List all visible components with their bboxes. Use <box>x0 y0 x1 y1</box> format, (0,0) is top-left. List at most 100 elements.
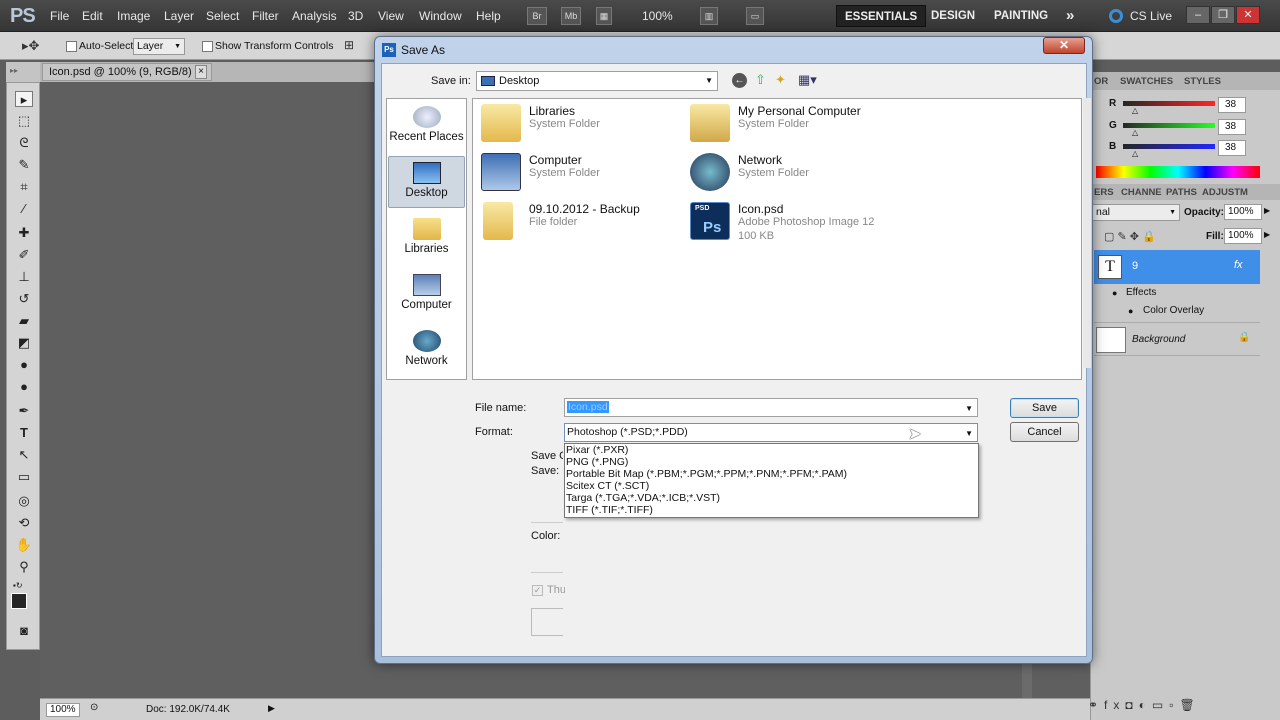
file-item-computer[interactable]: Computer System Folder <box>481 153 681 195</box>
tab-channels[interactable]: CHANNE <box>1121 187 1162 198</box>
paint-bucket-icon[interactable]: ◩ <box>15 335 33 351</box>
extras-icon[interactable]: ▦ <box>596 7 612 25</box>
place-libraries[interactable]: Libraries <box>387 218 466 255</box>
foreground-color-swatch[interactable] <box>11 593 27 609</box>
quick-select-tool-icon[interactable]: ✎ <box>15 157 33 173</box>
cs-live-menu[interactable]: CS Live <box>1130 9 1172 23</box>
new-folder-icon[interactable]: ✦ <box>775 72 786 88</box>
3d-rotate-icon[interactable]: ◎ <box>15 493 33 509</box>
format-option-png[interactable]: PNG (*.PNG) <box>566 456 628 468</box>
close-tab-icon[interactable]: × <box>195 65 207 79</box>
effects-visibility-icon[interactable]: ● <box>1112 288 1117 298</box>
menu-file[interactable]: File <box>50 9 69 23</box>
screen-mode-icon[interactable]: ▭ <box>746 7 764 25</box>
bridge-icon[interactable]: Br <box>527 7 547 25</box>
close-window-icon[interactable]: ✕ <box>1236 6 1260 24</box>
workspace-painting[interactable]: PAINTING <box>986 5 1056 27</box>
menu-analysis[interactable]: Analysis <box>292 9 337 23</box>
tab-styles[interactable]: STYLES <box>1184 76 1221 87</box>
place-desktop[interactable]: Desktop <box>387 162 466 199</box>
g-value-input[interactable]: 38 <box>1218 119 1246 135</box>
minimize-icon[interactable]: – <box>1186 6 1210 24</box>
format-option-tiff[interactable]: TIFF (*.TIF;*.TIFF) <box>566 504 653 516</box>
tab-color[interactable]: OR <box>1094 76 1108 87</box>
hand-tool-icon[interactable]: ✋ <box>15 537 33 553</box>
place-recent-places[interactable]: Recent Places <box>387 106 466 143</box>
b-slider-thumb-icon[interactable]: △ <box>1132 149 1138 158</box>
healing-brush-icon[interactable]: ✚ <box>15 225 33 241</box>
history-brush-icon[interactable]: ↺ <box>15 291 33 307</box>
workspace-essentials[interactable]: ESSENTIALS <box>836 5 927 27</box>
format-option-portable-bit-map[interactable]: Portable Bit Map (*.PBM;*.PGM;*.PPM;*.PN… <box>566 468 847 480</box>
tab-adjustments[interactable]: ADJUSTM <box>1202 187 1248 198</box>
dodge-tool-icon[interactable]: ● <box>15 379 33 395</box>
eyedropper-tool-icon[interactable]: ⁄ <box>15 201 33 217</box>
menu-help[interactable]: Help <box>476 9 501 23</box>
marquee-tool-icon[interactable]: ⬚ <box>15 113 33 129</box>
cancel-button[interactable]: Cancel <box>1010 422 1079 442</box>
file-item-libraries[interactable]: Libraries System Folder <box>481 104 681 146</box>
chevron-down-icon[interactable]: ▼ <box>965 425 973 442</box>
opacity-input[interactable]: 100% <box>1224 204 1262 220</box>
format-option-targa[interactable]: Targa (*.TGA;*.VDA;*.ICB;*.VST) <box>566 492 720 504</box>
menu-edit[interactable]: Edit <box>82 9 103 23</box>
b-value-input[interactable]: 38 <box>1218 140 1246 156</box>
blend-mode-dropdown[interactable]: nal ▼ <box>1092 204 1180 221</box>
menu-view[interactable]: View <box>378 9 404 23</box>
align-icon[interactable]: ⊞ <box>344 38 354 52</box>
arrange-documents-icon[interactable]: ▥ <box>700 7 718 25</box>
fill-arrow-icon[interactable]: ▶ <box>1264 230 1270 239</box>
move-tool-preset-icon[interactable]: ▸✥ <box>22 38 39 54</box>
auto-select-dropdown[interactable]: Layer ▼ <box>133 38 185 55</box>
move-tool-icon[interactable]: ▸ <box>15 91 33 107</box>
eraser-tool-icon[interactable]: ▰ <box>15 313 33 329</box>
dialog-close-icon[interactable]: ✕ <box>1043 37 1085 54</box>
file-name-input[interactable]: Icon.psd ▼ <box>564 398 978 417</box>
shape-tool-icon[interactable]: ▭ <box>15 469 33 485</box>
menu-select[interactable]: Select <box>206 9 239 23</box>
fill-input[interactable]: 100% <box>1224 228 1262 244</box>
tab-paths[interactable]: PATHS <box>1166 187 1197 198</box>
type-tool-icon[interactable]: T <box>15 425 33 441</box>
crop-tool-icon[interactable]: ⌗ <box>15 179 33 195</box>
workspace-design[interactable]: DESIGN <box>923 5 983 27</box>
zoom-level[interactable]: 100% <box>642 9 673 23</box>
back-icon[interactable]: ← <box>732 73 747 88</box>
clone-stamp-icon[interactable]: ⊥ <box>15 269 33 285</box>
tab-layers[interactable]: ERS <box>1094 187 1114 198</box>
menu-3d[interactable]: 3D <box>348 9 363 23</box>
auto-select-checkbox[interactable] <box>66 41 77 52</box>
up-folder-icon[interactable]: ⇧ <box>755 72 766 88</box>
default-colors-icon[interactable]: ▪↻ <box>13 581 23 590</box>
mini-bridge-icon[interactable]: Mb <box>561 7 581 25</box>
format-option-scitex-ct[interactable]: Scitex CT (*.SCT) <box>566 480 649 492</box>
r-slider-thumb-icon[interactable]: △ <box>1132 106 1138 115</box>
color-overlay-visibility-icon[interactable]: ● <box>1128 306 1133 316</box>
place-network[interactable]: Network <box>387 330 466 367</box>
opacity-arrow-icon[interactable]: ▶ <box>1264 206 1270 215</box>
status-preview-icon[interactable]: ⊙ <box>90 702 98 713</box>
menu-filter[interactable]: Filter <box>252 9 279 23</box>
status-zoom[interactable]: 100% <box>46 703 80 717</box>
menu-layer[interactable]: Layer <box>164 9 194 23</box>
place-computer[interactable]: Computer <box>387 274 466 311</box>
format-option-pixar[interactable]: Pixar (*.PXR) <box>566 444 628 456</box>
layer-row-text[interactable]: T 9 fx <box>1094 250 1260 284</box>
maximize-icon[interactable]: ❐ <box>1211 6 1235 24</box>
pen-tool-icon[interactable]: ✒ <box>15 403 33 419</box>
save-button[interactable]: Save <box>1010 398 1079 418</box>
zoom-tool-icon[interactable]: ⚲ <box>15 559 33 575</box>
workspace-overflow-icon[interactable]: » <box>1058 5 1082 27</box>
tab-swatches[interactable]: SWATCHES <box>1120 76 1173 87</box>
document-tab[interactable]: Icon.psd @ 100% (9, RGB/8) * × <box>42 63 212 81</box>
file-list-scrollbar[interactable] <box>1083 98 1091 368</box>
layer-row-background[interactable]: Background 🔒 <box>1094 322 1260 356</box>
color-overlay-label[interactable]: Color Overlay <box>1143 305 1204 316</box>
view-menu-icon[interactable]: ▦▾ <box>798 72 817 88</box>
brush-tool-icon[interactable]: ✐ <box>15 247 33 263</box>
quick-mask-icon[interactable]: ◙ <box>15 623 33 639</box>
r-value-input[interactable]: 38 <box>1218 97 1246 113</box>
layer-fx-icon[interactable]: fx <box>1234 259 1243 271</box>
3d-orbit-icon[interactable]: ⟲ <box>15 515 33 531</box>
layer-actions-icons[interactable]: ⚭fx◘◐▭▫🗑 <box>1088 698 1201 712</box>
